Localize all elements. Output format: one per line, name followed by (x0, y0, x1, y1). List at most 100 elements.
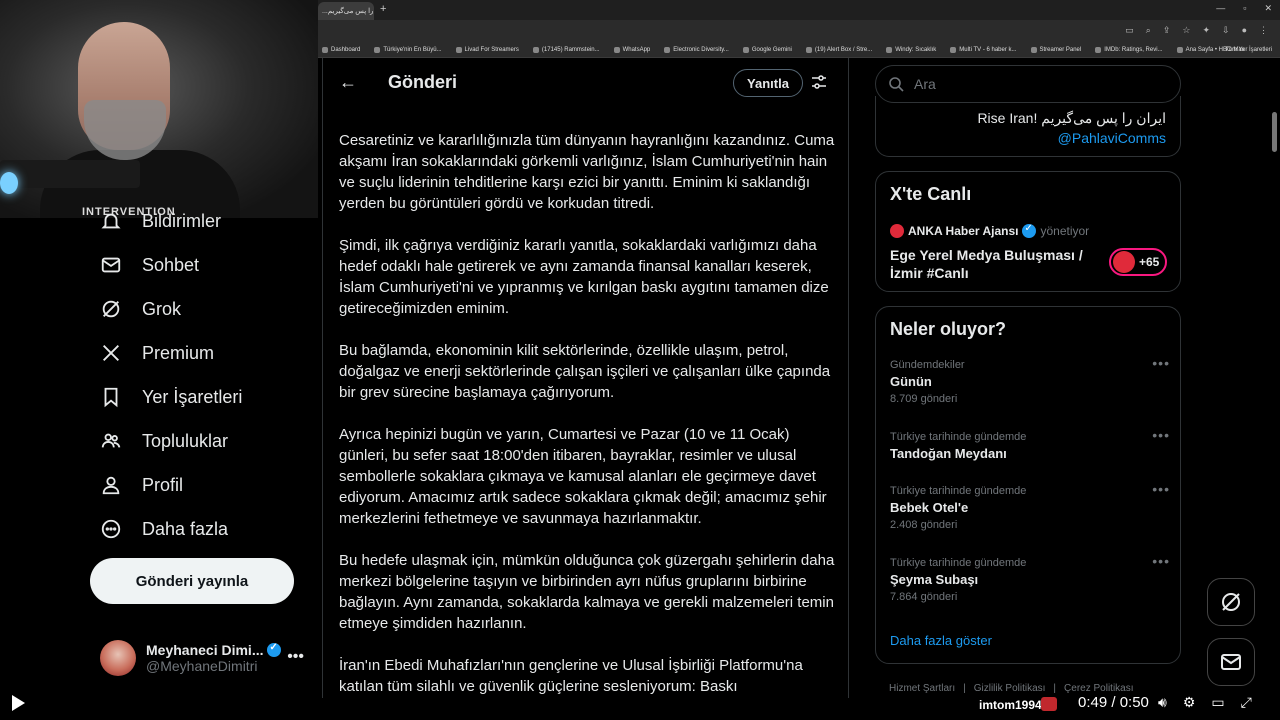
post-paragraph: Şimdi, ilk çağrıya verdiğiniz kararlı ya… (339, 237, 829, 317)
new-tab-icon[interactable]: + (380, 3, 386, 15)
more-icon[interactable]: ••• (287, 648, 304, 666)
trend-item[interactable]: Türkiye tarihinde gündemde Tandoğan Meyd… (890, 427, 1170, 461)
nav-label: Daha fazla (142, 518, 229, 539)
volume-icon[interactable]: 🔊︎ (1158, 694, 1167, 711)
bookmark-label: Türkiye'nin En Büyü... (383, 46, 442, 53)
maximize-icon[interactable]: ▫ (1243, 3, 1246, 14)
search-input[interactable] (914, 76, 1154, 92)
bookmark-item[interactable]: Electronic Diversity... (664, 46, 729, 53)
trend-name: Tandoğan Meydanı (890, 446, 1007, 461)
more-icon[interactable]: ••• (1152, 355, 1170, 371)
nav-item-notifications[interactable]: Bildirimler (100, 207, 221, 235)
channel-badge-icon (1041, 697, 1057, 711)
bookmark-item[interactable]: Dashboard (322, 46, 360, 53)
bookmark-favicon-icon (664, 46, 671, 53)
account-switcher[interactable]: Meyhaneci Dimi... @MeyhaneDimitri ••• (100, 636, 320, 680)
menu-icon[interactable]: ⋮ (1259, 25, 1268, 36)
filter-icon[interactable] (811, 74, 827, 90)
nav-label: Sohbet (142, 254, 200, 275)
nav-item-communities[interactable]: Topluluklar (100, 427, 228, 455)
messages-fab-button[interactable] (1207, 638, 1255, 686)
share-icon[interactable]: ⇪ (1163, 25, 1171, 36)
more-icon[interactable]: ••• (1152, 553, 1170, 569)
trend-context: Türkiye tarihinde gündemde (890, 431, 1027, 443)
trend-item[interactable]: Türkiye tarihinde gündemde Bebek Otel'e … (890, 481, 1170, 531)
more-icon[interactable]: ••• (1152, 427, 1170, 443)
back-arrow-icon[interactable]: ← (339, 72, 357, 93)
window-controls: — ▫ ✕ (1216, 3, 1272, 14)
browser-tab[interactable]: ...ایران را پس می‌گیریم ✕ (318, 2, 374, 20)
nav-item-bookmarks[interactable]: Yer İşaretleri (100, 383, 242, 411)
bookmark-item[interactable]: (19) Alert Box / Stre... (805, 46, 873, 53)
bookmark-item[interactable]: Livad For Streamers (455, 46, 519, 53)
trend-context: Türkiye tarihinde gündemde (890, 557, 1027, 569)
profile-icon[interactable]: ● (1242, 25, 1247, 36)
trend-item[interactable]: Gündemdekiler Günün 8.709 gönderi ••• (890, 355, 1170, 405)
bookmark-item[interactable]: Multi TV - 6 haber k... (950, 46, 1017, 53)
zoom-icon[interactable]: ⌕ (1146, 25, 1151, 36)
bookmark-icon (104, 387, 118, 408)
video-time: 0:49 / 0:50 (1078, 694, 1149, 711)
minimize-icon[interactable]: — (1216, 3, 1225, 14)
cast-icon[interactable]: ▭ (1125, 25, 1134, 36)
communities-icon (101, 433, 121, 448)
trend-count: 8.709 gönderi (890, 393, 958, 405)
grok-icon (1222, 593, 1240, 611)
mail-icon (1221, 654, 1241, 670)
nav-item-chat[interactable]: Sohbet (100, 251, 199, 279)
nav-item-more[interactable]: Daha fazla (100, 515, 228, 543)
nav-label: Yer İşaretleri (142, 386, 243, 407)
bookmark-item[interactable]: Windy: Sıcaklık (886, 46, 936, 53)
video-controls: 🔊︎ ⚙ ▭ ⤢ (1158, 694, 1252, 711)
nav-item-premium[interactable]: Premium (100, 339, 214, 367)
scrollbar[interactable] (1272, 62, 1277, 682)
nav-item-grok[interactable]: Grok (100, 295, 181, 323)
reply-button[interactable]: Yanıtla (733, 69, 803, 97)
avatar (100, 640, 136, 676)
bookmark-label: IMDb: Ratings, Revi... (1104, 46, 1163, 53)
anka-logo-icon (890, 224, 904, 238)
trends-title: Neler oluyor? (890, 319, 1007, 339)
live-listeners-badge[interactable]: +65 (1109, 248, 1167, 276)
live-source[interactable]: ANKA Haber Ajansı yönetiyor (890, 223, 1089, 238)
bell-icon (101, 213, 121, 229)
quoted-text: ایران را پس می‌گیریم !Rise Iran (977, 110, 1166, 126)
bookmark-label: (19) Alert Box / Stre... (814, 46, 873, 53)
search-icon (889, 77, 904, 92)
main-column: ← Gönderi Yanıtla Cesaretiniz ve kararlı… (322, 58, 849, 698)
listener-avatar (1113, 251, 1135, 273)
bookmark-item[interactable]: Türkiye'nin En Büyü... (374, 46, 442, 53)
more-icon[interactable]: ••• (1152, 481, 1170, 497)
bookmark-label: Multi TV - 6 haber k... (959, 46, 1017, 53)
show-more-link[interactable]: Daha fazla göster (890, 633, 992, 648)
all-bookmarks-folder[interactable]: Tüm Yer İşaretleri (1225, 47, 1272, 53)
bookmark-item[interactable]: WhatsApp (613, 46, 650, 53)
trend-count: 7.864 gönderi (890, 591, 958, 603)
verified-badge-icon (267, 642, 282, 657)
close-window-icon[interactable]: ✕ (1264, 3, 1272, 14)
bookmark-item[interactable]: (17145) Rammstein... (532, 46, 600, 53)
mention-link[interactable]: @PahlaviComms (1058, 130, 1166, 146)
play-icon[interactable] (12, 695, 25, 711)
theater-mode-icon[interactable]: ▭ (1211, 694, 1224, 711)
post-button[interactable]: Gönderi yayınla (90, 558, 294, 604)
star-icon[interactable]: ☆ (1182, 25, 1190, 36)
bookmark-item[interactable]: Streamer Panel (1030, 46, 1081, 53)
post-paragraph: Ayrıca hepinizi bugün ve yarın, Cumartes… (339, 426, 827, 527)
bookmark-item[interactable]: IMDb: Ratings, Revi... (1095, 46, 1163, 53)
grok-icon (102, 300, 120, 318)
trend-item[interactable]: Türkiye tarihinde gündemde Şeyma Subaşı … (890, 553, 1170, 603)
downloads-icon[interactable]: ⇩ (1222, 25, 1230, 36)
trend-context: Türkiye tarihinde gündemde (890, 485, 1027, 497)
grok-fab-button[interactable] (1207, 578, 1255, 626)
fullscreen-icon[interactable]: ⤢ (1241, 694, 1252, 711)
nav-item-profile[interactable]: Profil (100, 471, 183, 499)
live-source-name: ANKA Haber Ajansı (908, 224, 1019, 238)
quoted-card[interactable]: ایران را پس می‌گیریم !Rise Iran @Pahlavi… (875, 96, 1181, 157)
extensions-icon[interactable]: ✦ (1202, 25, 1210, 36)
settings-icon[interactable]: ⚙ (1183, 694, 1196, 711)
bookmark-item[interactable]: Google Gemini (742, 46, 792, 53)
bookmark-favicon-icon (532, 46, 539, 53)
scroll-thumb[interactable] (1272, 112, 1277, 152)
live-event-title[interactable]: Ege Yerel Medya Buluşması / İzmir #Canlı (890, 246, 1100, 282)
